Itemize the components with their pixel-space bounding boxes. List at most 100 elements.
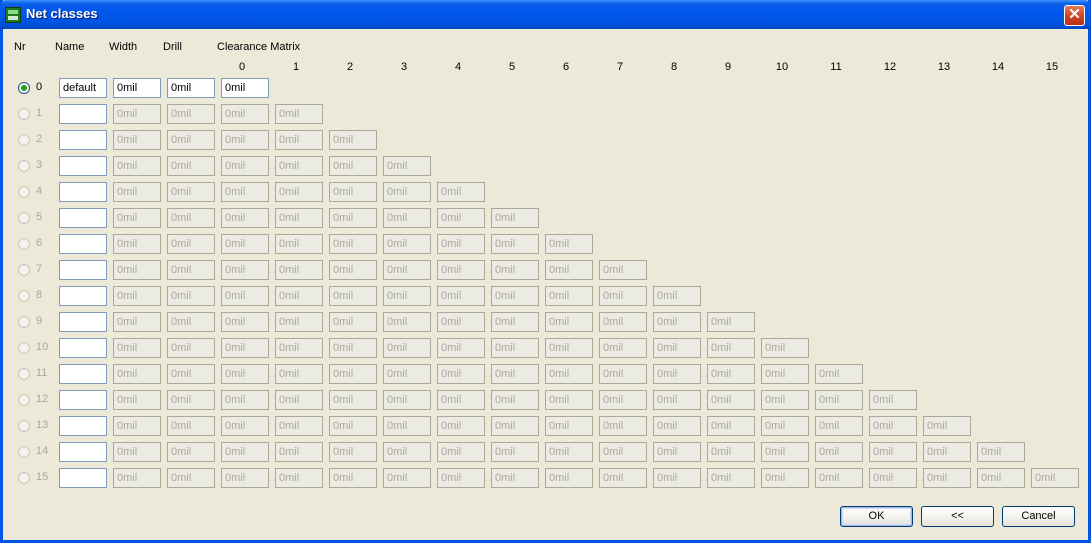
clearance-input[interactable]: 0mil [869,390,917,410]
clearance-input[interactable]: 0mil [329,338,377,358]
clearance-input[interactable]: 0mil [221,442,269,462]
clearance-input[interactable]: 0mil [329,156,377,176]
clearance-input[interactable]: 0mil [221,234,269,254]
width-input[interactable]: 0mil [113,234,161,254]
clearance-input[interactable]: 0mil [437,338,485,358]
collapse-button[interactable]: << [921,506,994,527]
clearance-input[interactable]: 0mil [923,416,971,436]
name-input[interactable] [59,260,107,280]
name-input[interactable] [59,156,107,176]
drill-input[interactable]: 0mil [167,156,215,176]
clearance-input[interactable]: 0mil [707,364,755,384]
width-input[interactable]: 0mil [113,130,161,150]
clearance-input[interactable]: 0mil [815,364,863,384]
clearance-input[interactable]: 0mil [599,416,647,436]
clearance-input[interactable]: 0mil [599,312,647,332]
clearance-input[interactable]: 0mil [545,338,593,358]
drill-input[interactable]: 0mil [167,208,215,228]
name-input[interactable]: default [59,78,107,98]
clearance-input[interactable]: 0mil [707,338,755,358]
name-input[interactable] [59,234,107,254]
clearance-input[interactable]: 0mil [383,468,431,488]
clearance-input[interactable]: 0mil [221,182,269,202]
clearance-input[interactable]: 0mil [329,442,377,462]
width-input[interactable]: 0mil [113,182,161,202]
clearance-input[interactable]: 0mil [707,312,755,332]
width-input[interactable]: 0mil [113,286,161,306]
clearance-input[interactable]: 0mil [383,442,431,462]
clearance-input[interactable]: 0mil [599,390,647,410]
drill-input[interactable]: 0mil [167,468,215,488]
clearance-input[interactable]: 0mil [491,286,539,306]
drill-input[interactable]: 0mil [167,182,215,202]
clearance-input[interactable]: 0mil [869,416,917,436]
clearance-input[interactable]: 0mil [815,390,863,410]
clearance-input[interactable]: 0mil [329,416,377,436]
clearance-input[interactable]: 0mil [275,260,323,280]
name-input[interactable] [59,312,107,332]
clearance-input[interactable]: 0mil [437,260,485,280]
clearance-input[interactable]: 0mil [977,442,1025,462]
clearance-input[interactable]: 0mil [545,234,593,254]
name-input[interactable] [59,468,107,488]
clearance-input[interactable]: 0mil [275,104,323,124]
clearance-input[interactable]: 0mil [491,312,539,332]
name-input[interactable] [59,338,107,358]
clearance-input[interactable]: 0mil [329,182,377,202]
width-input[interactable]: 0mil [113,208,161,228]
clearance-input[interactable]: 0mil [491,260,539,280]
clearance-input[interactable]: 0mil [653,338,701,358]
clearance-input[interactable]: 0mil [707,416,755,436]
clearance-input[interactable]: 0mil [599,286,647,306]
clearance-input[interactable]: 0mil [923,442,971,462]
clearance-input[interactable]: 0mil [221,104,269,124]
clearance-input[interactable]: 0mil [653,442,701,462]
clearance-input[interactable]: 0mil [653,286,701,306]
name-input[interactable] [59,104,107,124]
clearance-input[interactable]: 0mil [383,234,431,254]
width-input[interactable]: 0mil [113,468,161,488]
clearance-input[interactable]: 0mil [437,416,485,436]
clearance-input[interactable]: 0mil [437,208,485,228]
clearance-input[interactable]: 0mil [545,416,593,436]
clearance-input[interactable]: 0mil [221,156,269,176]
ok-button[interactable]: OK [840,506,913,527]
clearance-input[interactable]: 0mil [437,182,485,202]
clearance-input[interactable]: 0mil [437,468,485,488]
width-input[interactable]: 0mil [113,338,161,358]
name-input[interactable] [59,390,107,410]
clearance-input[interactable]: 0mil [491,442,539,462]
clearance-input[interactable]: 0mil [653,364,701,384]
clearance-input[interactable]: 0mil [221,468,269,488]
name-input[interactable] [59,442,107,462]
clearance-input[interactable]: 0mil [653,312,701,332]
clearance-input[interactable]: 0mil [761,390,809,410]
width-input[interactable]: 0mil [113,312,161,332]
clearance-input[interactable]: 0mil [275,208,323,228]
clearance-input[interactable]: 0mil [815,442,863,462]
clearance-input[interactable]: 0mil [545,364,593,384]
clearance-input[interactable]: 0mil [221,338,269,358]
drill-input[interactable]: 0mil [167,104,215,124]
clearance-input[interactable]: 0mil [707,442,755,462]
clearance-input[interactable]: 0mil [221,364,269,384]
clearance-input[interactable]: 0mil [383,208,431,228]
clearance-input[interactable]: 0mil [545,442,593,462]
width-input[interactable]: 0mil [113,104,161,124]
clearance-input[interactable]: 0mil [599,364,647,384]
row-select-radio[interactable] [18,82,30,94]
clearance-input[interactable]: 0mil [761,416,809,436]
clearance-input[interactable]: 0mil [275,390,323,410]
clearance-input[interactable]: 0mil [977,468,1025,488]
clearance-input[interactable]: 0mil [545,260,593,280]
drill-input[interactable]: 0mil [167,260,215,280]
drill-input[interactable]: 0mil [167,338,215,358]
clearance-input[interactable]: 0mil [653,390,701,410]
clearance-input[interactable]: 0mil [221,130,269,150]
clearance-input[interactable]: 0mil [437,312,485,332]
clearance-input[interactable]: 0mil [329,364,377,384]
clearance-input[interactable]: 0mil [869,468,917,488]
name-input[interactable] [59,416,107,436]
width-input[interactable]: 0mil [113,78,161,98]
clearance-input[interactable]: 0mil [275,312,323,332]
